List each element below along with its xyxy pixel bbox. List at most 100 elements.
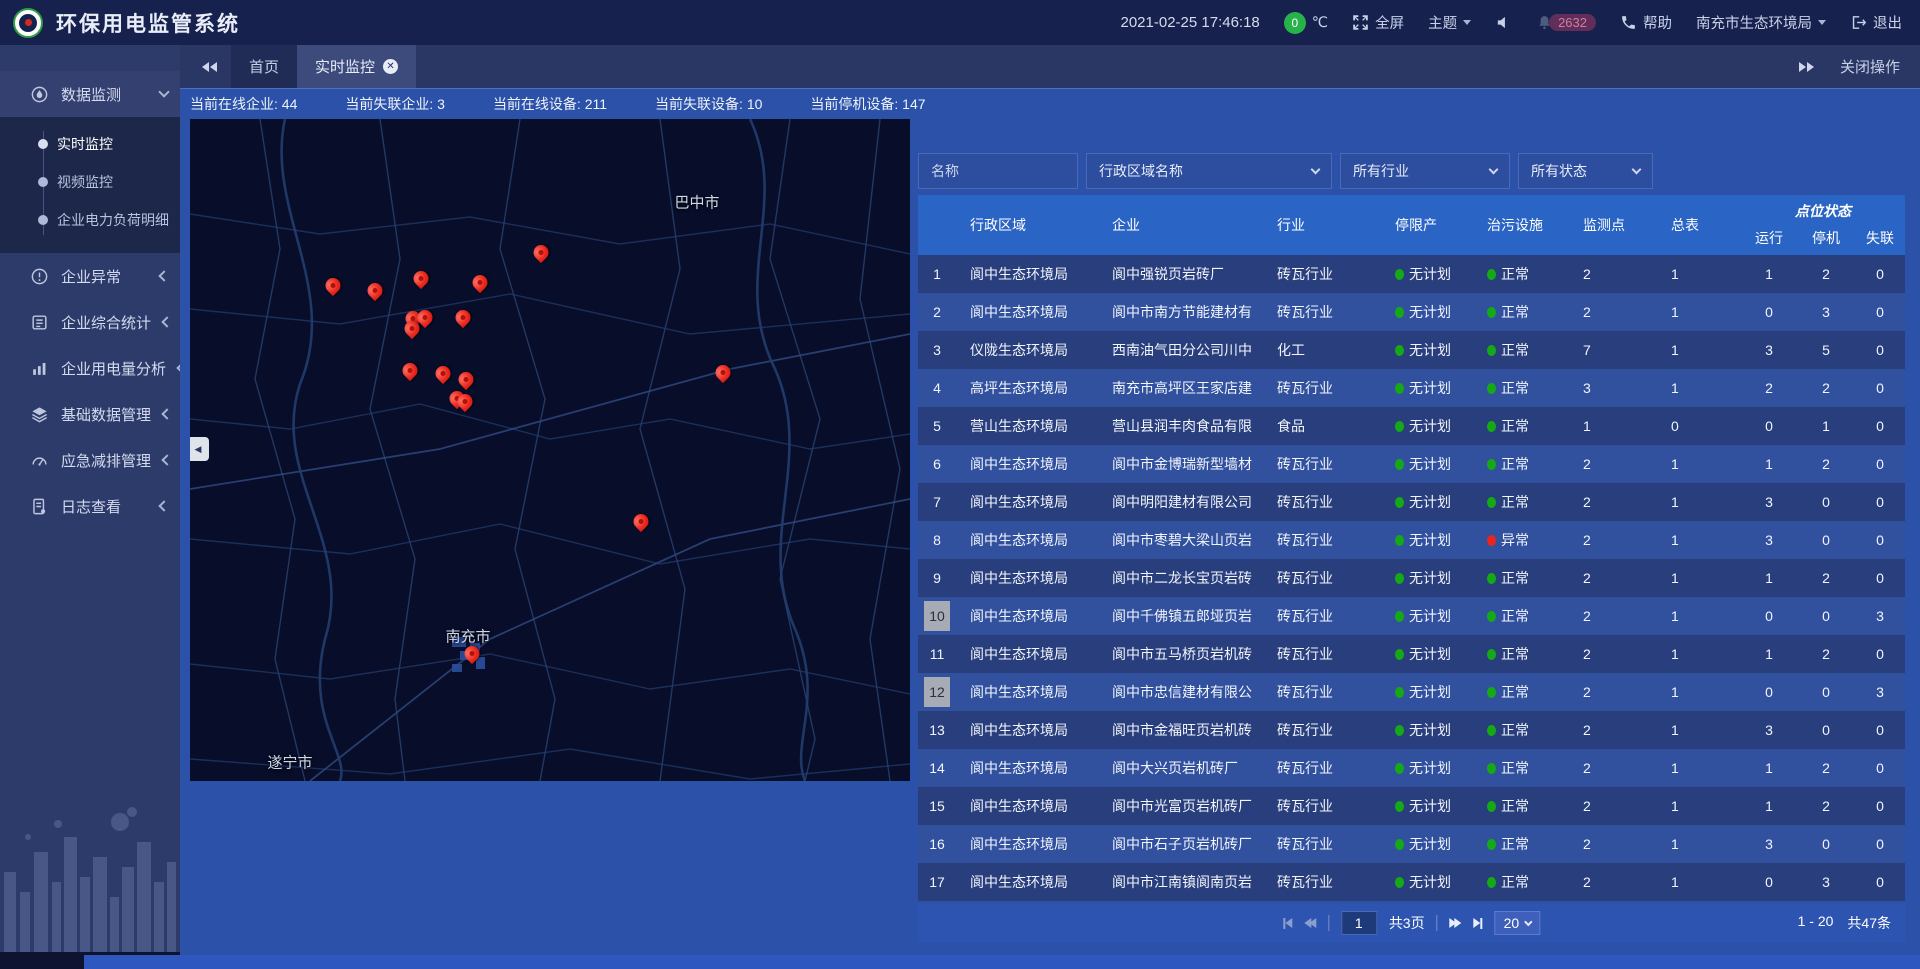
chevron-left-icon xyxy=(158,270,169,281)
cell-company: 阆中市忠信建材有限公 xyxy=(1098,673,1263,711)
industry-filter-value: 所有行业 xyxy=(1353,161,1409,181)
table-row[interactable]: 4高坪生态环境局南充市高坪区王家店建砖瓦行业无计划正常31220 xyxy=(918,369,1905,407)
cell-company: 阆中市江南镇阆南页岩 xyxy=(1098,863,1263,901)
table-row[interactable]: 17阆中生态环境局阆中市江南镇阆南页岩砖瓦行业无计划正常21030 xyxy=(918,863,1905,901)
chevron-down-icon xyxy=(1818,20,1826,29)
close-icon[interactable]: ✕ xyxy=(383,59,398,74)
notifications[interactable]: 2632 xyxy=(1536,14,1596,31)
sidebar-item-data-monitoring[interactable]: 数据监测 xyxy=(0,71,180,117)
table-row[interactable]: 9阆中生态环境局阆中市二龙长宝页岩砖砖瓦行业无计划正常21120 xyxy=(918,559,1905,597)
cell-meter: 1 xyxy=(1657,445,1741,483)
table-row[interactable]: 7阆中生态环境局阆中明阳建材有限公司砖瓦行业无计划正常21300 xyxy=(918,483,1905,521)
tabs-scroll-left-button[interactable] xyxy=(202,62,217,72)
cell-stop: 0 xyxy=(1797,597,1855,635)
sidebar-item-enterprise-abnormal[interactable]: 企业异常 xyxy=(0,253,180,299)
tabs-scroll-right-button[interactable] xyxy=(1799,62,1814,72)
table-row[interactable]: 2阆中生态环境局阆中市南方节能建材有砖瓦行业无计划正常21030 xyxy=(918,293,1905,331)
cell-limit-label: 无计划 xyxy=(1409,682,1451,702)
theme-dropdown[interactable]: 主题 xyxy=(1428,12,1471,33)
map-collapse-handle[interactable]: ◀ xyxy=(190,437,209,461)
status-filter-select[interactable]: 所有状态 xyxy=(1518,153,1653,189)
cell-run: 0 xyxy=(1741,293,1797,331)
map-panel[interactable]: 巴中市南充市遂宁市 ◀ xyxy=(190,119,910,781)
map-roads xyxy=(190,119,910,781)
sidebar-subitem[interactable]: 企业电力负荷明细 xyxy=(0,201,180,239)
cell-industry: 砖瓦行业 xyxy=(1263,483,1381,521)
table-row[interactable]: 15阆中生态环境局阆中市光富页岩机砖厂砖瓦行业无计划正常21120 xyxy=(918,787,1905,825)
org-dropdown[interactable]: 南充市生态环境局 xyxy=(1696,12,1826,33)
table-row[interactable]: 12阆中生态环境局阆中市忠信建材有限公砖瓦行业无计划正常21003 xyxy=(918,673,1905,711)
prev-page-button[interactable] xyxy=(1304,918,1316,928)
status-filter-value: 所有状态 xyxy=(1531,161,1587,181)
cell-region: 阆中生态环境局 xyxy=(956,635,1098,673)
table-row[interactable]: 8阆中生态环境局阆中市枣碧大梁山页岩砖瓦行业无计划异常21300 xyxy=(918,521,1905,559)
table-row[interactable]: 10阆中生态环境局阆中千佛镇五郎垭页岩砖瓦行业无计划正常21003 xyxy=(918,597,1905,635)
status-dot-green xyxy=(1395,497,1404,508)
sidebar-item-base-data[interactable]: 基础数据管理 xyxy=(0,391,180,437)
speaker-button[interactable] xyxy=(1495,14,1512,31)
cell-facility: 正常 xyxy=(1473,635,1569,673)
cell-region: 高坪生态环境局 xyxy=(956,369,1098,407)
table-row[interactable]: 13阆中生态环境局阆中市金福旺页岩机砖砖瓦行业无计划正常21300 xyxy=(918,711,1905,749)
cell-company: 阆中明阳建材有限公司 xyxy=(1098,483,1263,521)
region-filter-select[interactable]: 行政区域名称 xyxy=(1086,153,1332,189)
table-row[interactable]: 5营山生态环境局营山县润丰肉食品有限食品无计划正常10010 xyxy=(918,407,1905,445)
table-row[interactable]: 6阆中生态环境局阆中市金博瑞新型墙材砖瓦行业无计划正常21120 xyxy=(918,445,1905,483)
sidebar-subitem[interactable]: 视频监控 xyxy=(0,163,180,201)
cell-region: 阆中生态环境局 xyxy=(956,293,1098,331)
cell-region: 阆中生态环境局 xyxy=(956,597,1098,635)
cell-facility-label: 正常 xyxy=(1501,416,1529,436)
status-dot-green xyxy=(1487,687,1496,698)
cell-index: 4 xyxy=(918,369,956,407)
cell-lost: 0 xyxy=(1855,635,1905,673)
status-dot-red xyxy=(1487,535,1496,546)
cell-limit-label: 无计划 xyxy=(1409,302,1451,322)
total-count-label: 共47条 xyxy=(1847,913,1891,933)
cell-region: 阆中生态环境局 xyxy=(956,711,1098,749)
first-page-button[interactable] xyxy=(1283,918,1292,929)
help-button[interactable]: 帮助 xyxy=(1620,12,1672,33)
last-page-button[interactable] xyxy=(1474,918,1483,929)
page-size-select[interactable]: 20 xyxy=(1495,911,1541,935)
table-row[interactable]: 16阆中生态环境局阆中市石子页岩机砖厂砖瓦行业无计划正常21300 xyxy=(918,825,1905,863)
status-dot-green xyxy=(1395,839,1404,850)
fullscreen-button[interactable]: 全屏 xyxy=(1352,12,1404,33)
page-number-input[interactable] xyxy=(1341,911,1377,935)
cell-meter: 1 xyxy=(1657,559,1741,597)
logout-button[interactable]: 退出 xyxy=(1850,12,1902,33)
notification-count-badge: 2632 xyxy=(1549,14,1596,31)
cell-monitor: 2 xyxy=(1569,293,1657,331)
cell-meter: 1 xyxy=(1657,331,1741,369)
tab-首页[interactable]: 首页 xyxy=(231,45,297,88)
cell-monitor: 2 xyxy=(1569,521,1657,559)
cell-run: 1 xyxy=(1741,749,1797,787)
industry-filter-select[interactable]: 所有行业 xyxy=(1340,153,1510,189)
cell-lost: 3 xyxy=(1855,673,1905,711)
cell-company: 阆中市二龙长宝页岩砖 xyxy=(1098,559,1263,597)
sidebar-item-power-analysis[interactable]: 企业用电量分析 xyxy=(0,345,180,391)
sidebar-item-log-view[interactable]: 日志查看 xyxy=(0,483,180,529)
table-row[interactable]: 14阆中生态环境局阆中大兴页岩机砖厂砖瓦行业无计划正常21120 xyxy=(918,749,1905,787)
cell-stop: 0 xyxy=(1797,521,1855,559)
cell-lost: 0 xyxy=(1855,521,1905,559)
tab-实时监控[interactable]: 实时监控✕ xyxy=(297,45,416,88)
next-page-button[interactable] xyxy=(1450,918,1462,928)
close-operations-button[interactable]: 关闭操作 xyxy=(1840,56,1900,77)
cell-stop: 2 xyxy=(1797,787,1855,825)
name-filter-input[interactable] xyxy=(918,153,1078,189)
cell-run: 1 xyxy=(1741,559,1797,597)
status-dot-green xyxy=(1395,535,1404,546)
sidebar-subitem[interactable]: 实时监控 xyxy=(0,125,180,163)
sidebar-item-emergency-reduction[interactable]: 应急减排管理 xyxy=(0,437,180,483)
cell-industry: 砖瓦行业 xyxy=(1263,597,1381,635)
cell-facility: 正常 xyxy=(1473,483,1569,521)
cell-stop: 0 xyxy=(1797,483,1855,521)
chevron-left-icon xyxy=(158,500,169,511)
table-row[interactable]: 3仪陇生态环境局西南油气田分公司川中化工无计划正常71350 xyxy=(918,331,1905,369)
sidebar-item-enterprise-statistics[interactable]: 企业综合统计 xyxy=(0,299,180,345)
stat-item: 当前失联企业: 3 xyxy=(345,94,445,114)
table-row[interactable]: 1阆中生态环境局阆中强锐页岩砖厂砖瓦行业无计划正常21120 xyxy=(918,255,1905,293)
cell-lost: 0 xyxy=(1855,255,1905,293)
table-row[interactable]: 11阆中生态环境局阆中市五马桥页岩机砖砖瓦行业无计划正常21120 xyxy=(918,635,1905,673)
status-dot-green xyxy=(1487,763,1496,774)
